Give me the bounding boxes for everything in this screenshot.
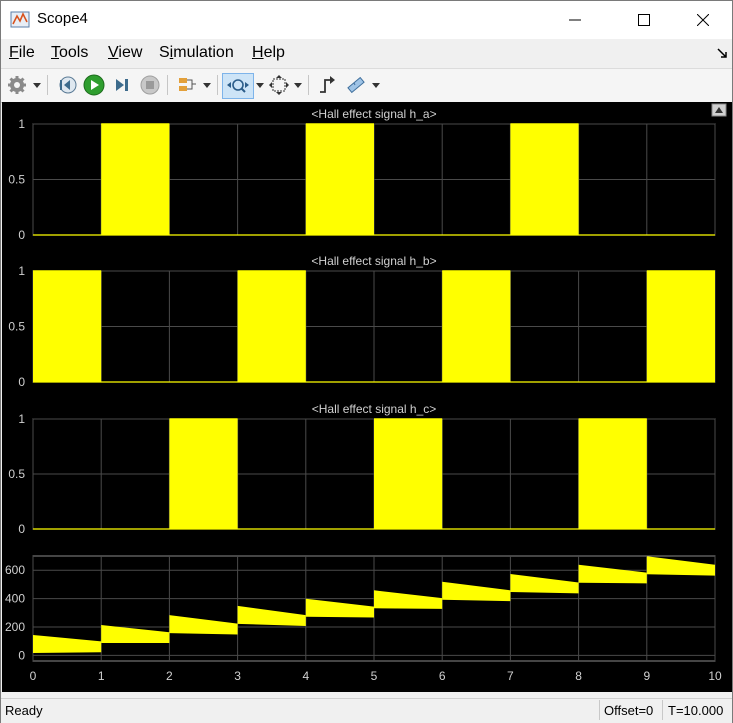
signal-high-block [374, 419, 443, 529]
toolbar-separator [308, 75, 309, 95]
y-tick-label: 0 [18, 648, 25, 662]
scope-window: Scope4 File Tools View Simulation Help <… [0, 0, 733, 723]
status-offset: Offset=0 [604, 703, 654, 718]
zoom-icon[interactable] [222, 73, 254, 99]
signal-select-dropdown-icon[interactable] [202, 73, 212, 97]
signal-high-block [305, 124, 374, 235]
measurements-dropdown-icon[interactable] [371, 73, 381, 97]
run-icon[interactable] [82, 73, 106, 97]
toolbar-separator [167, 75, 168, 95]
menu-view[interactable]: View [108, 44, 142, 62]
scope-panel-2: <Hall effect signal h_b> 0 0.5 1 [8, 254, 716, 389]
panel-title: <Hall effect signal h_b> [311, 254, 436, 268]
dock-arrow-icon[interactable] [717, 45, 727, 63]
signal-high-block [646, 271, 715, 382]
y-tick-label: 0.5 [8, 320, 25, 334]
menu-file[interactable]: File [9, 44, 35, 62]
x-tick-label: 3 [234, 669, 241, 683]
scope-panel-4: 0 200 400 600 0 1 2 3 4 5 6 7 8 9 10 [5, 555, 722, 683]
stop-icon[interactable] [138, 73, 162, 97]
maximize-icon [638, 14, 650, 26]
y-tick-label: 0.5 [8, 467, 25, 481]
y-tick-label: 1 [18, 264, 25, 278]
x-tick-label: 7 [507, 669, 514, 683]
signal-select-icon[interactable] [175, 73, 199, 97]
signal-high-block [578, 419, 647, 529]
panel-title: <Hall effect signal h_a> [311, 107, 436, 121]
signal-high-block [510, 124, 579, 235]
undock-plot-button[interactable] [711, 103, 727, 117]
status-bar: Ready Offset=0 T=10.000 [1, 698, 732, 723]
panel-title: <Hall effect signal h_c> [312, 402, 437, 416]
measurements-icon[interactable] [344, 73, 368, 97]
x-tick-label: 6 [439, 669, 446, 683]
minimize-button[interactable] [552, 1, 598, 39]
x-tick-label: 10 [708, 669, 722, 683]
y-tick-label: 600 [5, 563, 25, 577]
y-tick-label: 400 [5, 592, 25, 606]
y-tick-label: 0.5 [8, 173, 25, 187]
menu-help[interactable]: Help [252, 44, 285, 62]
y-tick-label: 0 [18, 228, 25, 242]
toolbar [1, 68, 732, 103]
signal-high-block [169, 419, 238, 529]
settings-icon[interactable] [6, 73, 28, 97]
scope-plot-area: <Hall effect signal h_a> 0 0.5 1 <Hall effec… [2, 102, 732, 692]
fit-to-view-icon[interactable] [267, 73, 291, 97]
title-bar[interactable]: Scope4 [1, 1, 732, 39]
x-tick-label: 4 [302, 669, 309, 683]
status-time: T=10.000 [668, 703, 724, 718]
zoom-dropdown-icon[interactable] [255, 73, 265, 97]
matlab-scope-icon [10, 10, 30, 30]
step-back-icon[interactable] [55, 73, 79, 97]
window-title: Scope4 [37, 10, 88, 27]
toolbar-separator [217, 75, 218, 95]
minimize-icon [569, 19, 581, 21]
menu-tools[interactable]: Tools [51, 44, 88, 62]
scope-panel-1: <Hall effect signal h_a> 0 0.5 1 [8, 107, 716, 242]
menu-simulation[interactable]: Simulation [159, 44, 234, 62]
triggers-icon[interactable] [315, 73, 339, 97]
status-ready: Ready [5, 703, 43, 718]
maximize-button[interactable] [621, 1, 667, 39]
close-button[interactable] [680, 1, 726, 39]
x-tick-label: 1 [98, 669, 105, 683]
y-tick-label: 0 [18, 375, 25, 389]
y-tick-label: 200 [5, 620, 25, 634]
scope-panel-3: <Hall effect signal h_c> 0 0.5 1 [8, 402, 716, 536]
y-tick-label: 1 [18, 412, 25, 426]
signal-high-block [101, 124, 170, 235]
x-tick-label: 0 [30, 669, 37, 683]
step-forward-icon[interactable] [110, 73, 134, 97]
fit-dropdown-icon[interactable] [293, 73, 303, 97]
signal-high-block [442, 271, 511, 382]
x-tick-label: 2 [166, 669, 173, 683]
menu-bar: File Tools View Simulation Help [1, 39, 732, 67]
signal-high-block [237, 271, 306, 382]
scope-plots-svg: <Hall effect signal h_a>00.51<Hall effec… [5, 103, 727, 683]
x-tick-label: 8 [575, 669, 582, 683]
signal-high-block [33, 271, 102, 382]
settings-dropdown-icon[interactable] [32, 73, 42, 97]
x-tick-label: 5 [371, 669, 378, 683]
y-tick-label: 0 [18, 522, 25, 536]
close-icon [697, 14, 709, 26]
x-tick-label: 9 [643, 669, 650, 683]
toolbar-separator [47, 75, 48, 95]
y-tick-label: 1 [18, 117, 25, 131]
